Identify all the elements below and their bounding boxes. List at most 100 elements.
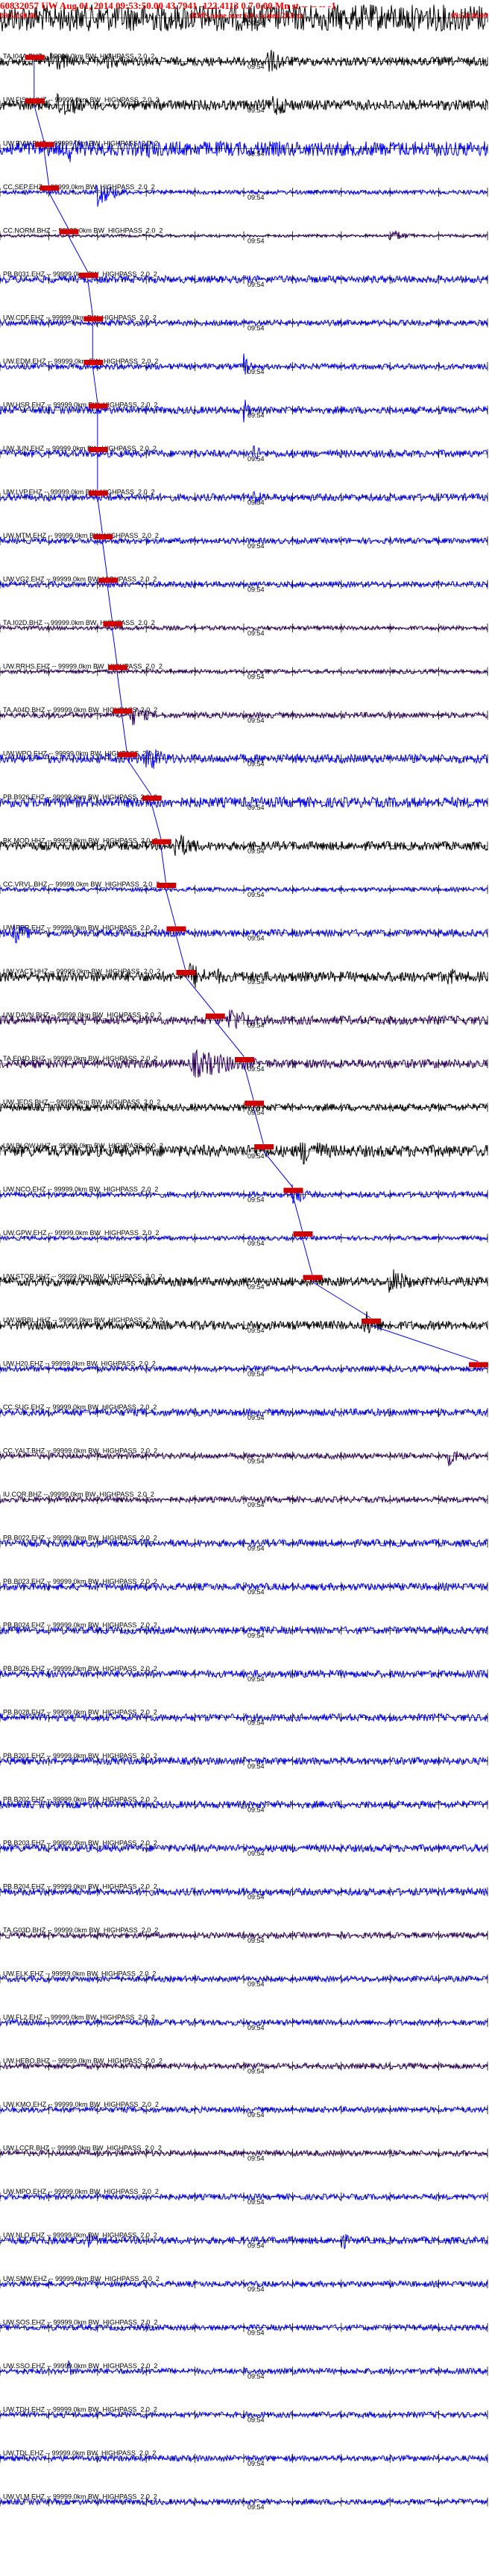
moveout-line: [151, 802, 162, 839]
station-label: UW.FL2.EHZ -- 99999.0km BW_HIGHPASS_2.0_…: [3, 2014, 155, 2021]
moveout-line: [165, 889, 176, 926]
minute-label: 09:54: [247, 1022, 265, 1030]
minute-label: 09:54: [247, 107, 265, 114]
station-label: UW.KMO.EHZ -- 99999.0km BW_HIGHPASS_2.0_…: [3, 2101, 159, 2108]
station-label: UW.HSR.EHZ -- 99999.0km BW_HIGHPASS_2.0_…: [3, 402, 157, 409]
minute-label: 09:54: [247, 2373, 265, 2380]
station-label: UW.RRHS.EHZ -- 99999.0km BW_HIGHPASS_2.0…: [3, 663, 163, 670]
minute-label: 09:54: [247, 1327, 265, 1334]
minute-label: 09:54: [247, 2242, 265, 2250]
minute-label: 09:54: [247, 2504, 265, 2511]
minute-label: 09:54: [247, 1894, 265, 1901]
moveout-line: [126, 758, 152, 796]
station-label: UW.GPW.EHZ -- 99999.0km BW_HIGHPASS_2.0_…: [3, 1229, 159, 1237]
station-label: UW.PER.EHZ -- 99999.0km BW_HIGHPASS_2.0_…: [3, 924, 157, 932]
station-label: TA.I02D.BHZ -- 99999.0km BW_HIGHPASS_2.0…: [3, 619, 155, 626]
minute-label: 09:54: [247, 978, 265, 986]
pick-marker: [78, 273, 98, 278]
minute-label: 09:54: [247, 848, 265, 855]
station-label: UW.BVW.BHZ -- 99999.0km BW_HIGHPASS_2.0_…: [3, 140, 158, 147]
pick-marker: [83, 316, 104, 322]
moveout-line: [160, 846, 166, 883]
moveout-line: [174, 933, 186, 970]
minute-label: 09:54: [247, 761, 265, 768]
pick-marker: [98, 577, 118, 583]
moveout-line: [122, 714, 127, 752]
pick-marker: [107, 664, 127, 670]
station-label: PB.B022.EHZ -- 99999.0km BW_HIGHPASS_2.0…: [3, 1535, 157, 1542]
minute-label: 09:54: [247, 1284, 265, 1291]
pick-marker: [34, 142, 54, 147]
moveout-line: [312, 1281, 371, 1319]
station-label: UW.CDF.EHZ -- 99999.0km BW_HIGHPASS_2.0_…: [3, 314, 157, 322]
minute-label: 09:54: [247, 1501, 265, 1509]
station-label: UW.TDH.EHZ -- 99999.0km BW_HIGHPASS_2.0_…: [3, 2406, 157, 2414]
station-label: PB.B024.EHZ -- 99999.0km BW_HIGHPASS_2.0…: [3, 1622, 157, 1629]
minute-label: 09:54: [247, 2460, 265, 2467]
station-label: PB.B028.EHZ -- 99999.0km BW_HIGHPASS_2.0…: [3, 1709, 157, 1716]
station-label: UW.STOR.HHZ -- 99999.0km BW_HIGHPASS_2.0…: [3, 1273, 163, 1281]
seismogram-plot: 09:5409:54TA.I04A.BHZ -- 99999.0km BW_HI…: [0, 4, 488, 2511]
station-label: UW.SOS.EHZ -- 99999.0km BW_HIGHPASS_2.0_…: [3, 2319, 157, 2326]
station-label: CC.VRVL.BHZ -- 99999.0km BW_HIGHPASS_2.0…: [3, 881, 160, 888]
station-label: UW.MTM.EHZ -- 99999.0km BW_HIGHPASS_2.0_…: [3, 532, 159, 539]
station-label: UW.H20.EHZ -- 99999.0km BW_HIGHPASS_2.0_…: [3, 1360, 156, 1368]
minute-label: 09:54: [247, 2111, 265, 2119]
pick-marker: [205, 1013, 225, 1019]
minute-label: 09:54: [247, 1719, 265, 1727]
pick-marker: [142, 796, 162, 801]
minute-label: 09:54: [247, 455, 265, 463]
minute-label: 09:54: [247, 1806, 265, 1814]
minute-label: 09:54: [247, 673, 265, 681]
minute-label: 09:54: [247, 1545, 265, 1552]
moveout-line: [48, 191, 69, 229]
pick-marker: [88, 447, 108, 452]
minute-label: 09:54: [247, 412, 265, 419]
minute-label: 09:54: [247, 2285, 265, 2293]
moveout-line: [185, 976, 215, 1013]
station-label: PB.B204.EHZ -- 99999.0km BW_HIGHPASS_2.0…: [3, 1883, 157, 1891]
plot-header: 60832057 UW Aug 01, 2014 09:53:50.00 43.…: [0, 0, 492, 25]
station-label: UW.SMW.EHZ -- 99999.0km BW_HIGHPASS_2.0_…: [3, 2275, 160, 2282]
minute-label: 09:54: [247, 1588, 265, 1596]
station-label: PB.B026.EHZ -- 99999.0km BW_HIGHPASS_2.0…: [3, 1665, 157, 1672]
pick-marker: [40, 185, 60, 191]
minute-label: 09:54: [247, 1065, 265, 1073]
pick-marker: [176, 970, 196, 975]
minute-label: 09:54: [247, 1152, 265, 1160]
station-label: UW.VG2.EHZ -- 99999.0km BW_HIGHPASS_2.0_…: [3, 576, 157, 583]
minute-label: 09:54: [247, 2417, 265, 2424]
pick-marker: [88, 490, 108, 496]
station-label: UW.WRBL.HHZ -- 99999.0km BW_HIGHPASS_2.0…: [3, 1316, 163, 1324]
rms-note: (RMS noise over 6.0 s scaled 20.0 x): [189, 12, 303, 20]
pick-marker: [93, 534, 113, 539]
station-label: CC.SEP.EHZ -- 99999.0km BW_HIGHPASS_2.0_…: [3, 183, 155, 191]
station-label: UW.BLOW.HHZ -- 99999.0km BW_HIGHPASS_2.0…: [3, 1142, 163, 1149]
moveout-line: [116, 671, 122, 708]
pick-marker: [157, 883, 177, 888]
minute-label: 09:54: [247, 281, 265, 288]
event-title: 60832057 UW Aug 01, 2014 09:53:50.00 43.…: [0, 0, 336, 11]
minute-label: 09:54: [247, 1371, 265, 1378]
moveout-line: [101, 540, 108, 577]
pick-marker: [88, 403, 108, 409]
station-label: UW.LCCR.BHZ -- 99999.0km BW_HIGHPASS_2.0…: [3, 2145, 162, 2152]
station-label: UW.NCO.EHZ -- 99999.0km BW_HIGHPASS_2.0_…: [3, 1186, 158, 1193]
minute-label: 09:54: [247, 1458, 265, 1465]
station-label: UW.TDL.EHZ -- 99999.0km BW_HIGHPASS_2.0_…: [3, 2449, 156, 2457]
station-label: PB.B926.EHZ -- 99999.0km BW_HIGHPASS_2.0…: [3, 793, 157, 801]
station-label: UW.MPO.EHZ -- 99999.0km BW_HIGHPASS_2.0_…: [3, 2188, 159, 2195]
minute-label: 09:54: [247, 2198, 265, 2206]
pick-marker: [113, 708, 133, 714]
pick-marker: [362, 1319, 382, 1324]
pick-marker: [235, 1057, 254, 1062]
pick-marker: [293, 1231, 313, 1237]
minute-label: 09:54: [247, 150, 265, 158]
station-label: UW.YACT.HHZ -- 99999.0km BW_HIGHPASS_2.0…: [3, 968, 160, 975]
minute-label: 09:54: [247, 935, 265, 942]
moveout-line: [34, 104, 45, 142]
station-label: UW.HEBO.BHZ -- 99999.0km BW_HIGHPASS_2.0…: [3, 2058, 163, 2065]
moveout-line: [107, 584, 113, 621]
minute-label: 09:54: [247, 717, 265, 724]
pick-marker: [83, 360, 104, 365]
